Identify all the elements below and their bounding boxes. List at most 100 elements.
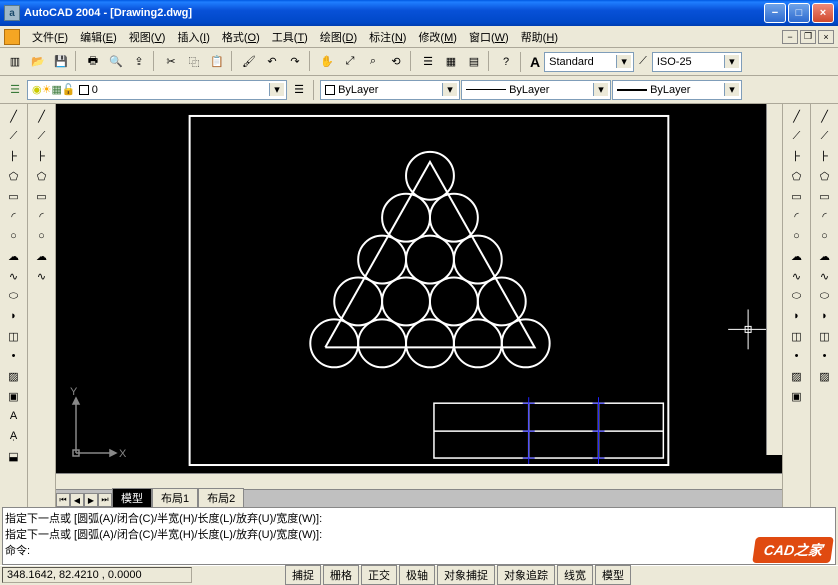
menu-e[interactable]: 编辑(E) [74, 27, 123, 47]
chamfer-icon[interactable]: • [814, 346, 836, 366]
status-对象追踪[interactable]: 对象追踪 [497, 565, 555, 585]
ellipsearc-icon[interactable]: ◗ [3, 306, 25, 326]
copy-icon[interactable]: ⿻ [183, 51, 205, 73]
fillet-icon[interactable]: ▨ [814, 366, 836, 386]
extend-icon[interactable]: ◗ [786, 306, 808, 326]
linetype-combo[interactable]: ByLayer [461, 80, 611, 100]
status-捕捉[interactable]: 捕捉 [285, 565, 321, 585]
trim-icon[interactable]: ⬭ [814, 286, 836, 306]
break-icon[interactable]: ◫ [814, 326, 836, 346]
layerprev-button[interactable]: ☰ [288, 79, 310, 101]
multitext-icon[interactable]: ☁ [31, 246, 53, 266]
mirror-icon[interactable]: ⺊ [814, 146, 836, 166]
erase-icon[interactable]: ╱ [786, 106, 808, 126]
hscrollbar[interactable] [56, 473, 782, 489]
move-icon[interactable]: ◜ [786, 206, 808, 226]
dimstyle-combo[interactable]: ISO-25 [652, 52, 742, 72]
menu-n[interactable]: 标注(N) [363, 27, 412, 47]
menu-m[interactable]: 修改(M) [412, 27, 463, 47]
region-icon[interactable]: ▣ [3, 386, 25, 406]
break-icon[interactable]: ◫ [786, 326, 808, 346]
zoom-realtime-icon[interactable]: ⤢ [339, 51, 361, 73]
command-window[interactable]: 指定下一点或 [圆弧(A)/闭合(C)/半宽(H)/长度(L)/放弃(U)/宽度… [2, 507, 836, 565]
undo-icon[interactable]: ↶ [261, 51, 283, 73]
hatch-icon[interactable]: ▨ [3, 366, 25, 386]
doc-minimize-button[interactable]: − [782, 30, 798, 44]
help-icon[interactable]: ? [495, 51, 517, 73]
addtext-icon[interactable]: Ạ [3, 426, 25, 446]
extend-icon[interactable]: ◗ [814, 306, 836, 326]
arc3p-icon[interactable]: ▭ [31, 186, 53, 206]
ellipse-icon[interactable]: ⬭ [3, 286, 25, 306]
tab-model[interactable]: 模型 [112, 488, 152, 507]
constructionline-icon[interactable]: ╱ [31, 106, 53, 126]
revcloud-icon[interactable]: ☁ [3, 246, 25, 266]
toolpalettes-icon[interactable]: ▤ [463, 51, 485, 73]
scale-icon[interactable]: ☁ [814, 246, 836, 266]
copy-icon[interactable]: ⟋ [786, 126, 808, 146]
close-button[interactable]: × [812, 3, 834, 23]
text-icon[interactable]: A [3, 406, 25, 426]
redo-icon[interactable]: ↷ [284, 51, 306, 73]
plot-icon[interactable]: 🖶 [82, 51, 104, 73]
designcenter-icon[interactable]: ▦ [440, 51, 462, 73]
publish-icon[interactable]: ⇪ [128, 51, 150, 73]
status-对象捕捉[interactable]: 对象捕捉 [437, 565, 495, 585]
status-线宽[interactable]: 线宽 [557, 565, 593, 585]
menu-t[interactable]: 工具(T) [266, 27, 314, 47]
chamfer-icon[interactable]: • [786, 346, 808, 366]
tab-prev[interactable]: ◀ [70, 493, 84, 507]
xline-icon[interactable]: ⟋ [3, 126, 25, 146]
drawing-canvas[interactable]: X Y [56, 104, 782, 473]
status-模型[interactable]: 模型 [595, 565, 631, 585]
textstyle-combo[interactable]: Standard [544, 52, 634, 72]
3dpoly-icon[interactable]: ⺊ [31, 146, 53, 166]
menu-w[interactable]: 窗口(W) [463, 27, 515, 47]
table-icon[interactable]: ∿ [31, 266, 53, 286]
rectangle-icon[interactable]: ▭ [3, 186, 25, 206]
stretch-icon[interactable]: ∿ [814, 266, 836, 286]
vscrollbar[interactable] [766, 104, 782, 455]
trim-icon[interactable]: ⬭ [786, 286, 808, 306]
new-icon[interactable]: ▥ [4, 51, 26, 73]
tab-first[interactable]: ⏮ [56, 493, 70, 507]
menu-h[interactable]: 帮助(H) [515, 27, 564, 47]
doc-restore-button[interactable]: ❐ [800, 30, 816, 44]
erase-icon[interactable]: ╱ [814, 106, 836, 126]
point-icon[interactable]: • [3, 346, 25, 366]
move-icon[interactable]: ◜ [814, 206, 836, 226]
menu-i[interactable]: 插入(I) [171, 27, 215, 47]
rotate-icon[interactable]: ○ [814, 226, 836, 246]
array-icon[interactable]: ▭ [786, 186, 808, 206]
paste-icon[interactable]: 📋 [206, 51, 228, 73]
multiline-icon[interactable]: ⟋ [31, 126, 53, 146]
rotate-icon[interactable]: ○ [786, 226, 808, 246]
lineweight-combo[interactable]: ByLayer [612, 80, 742, 100]
status-栅格[interactable]: 栅格 [323, 565, 359, 585]
layer-combo[interactable]: ◉☀▦🔓 0 [27, 80, 287, 100]
spline-icon[interactable]: ∿ [3, 266, 25, 286]
surface-icon[interactable]: ⬓ [3, 446, 25, 466]
mirror-icon[interactable]: ⺊ [786, 146, 808, 166]
zoom-window-icon[interactable]: ⌕ [362, 51, 384, 73]
tab-next[interactable]: ▶ [84, 493, 98, 507]
offset-icon[interactable]: ⬠ [814, 166, 836, 186]
menu-f[interactable]: 文件(F) [26, 27, 74, 47]
doc-close-button[interactable]: × [818, 30, 834, 44]
scale-icon[interactable]: ☁ [786, 246, 808, 266]
array-icon[interactable]: ▭ [814, 186, 836, 206]
menu-d[interactable]: 绘图(D) [314, 27, 363, 47]
properties-icon[interactable]: ☰ [417, 51, 439, 73]
line-icon[interactable]: ╱ [3, 106, 25, 126]
matchprop-icon[interactable]: 🖌 [238, 51, 260, 73]
polygon-icon[interactable]: ⬠ [3, 166, 25, 186]
status-极轴[interactable]: 极轴 [399, 565, 435, 585]
block-icon[interactable]: ◫ [3, 326, 25, 346]
pan-icon[interactable]: ✋ [316, 51, 338, 73]
tab-layout2[interactable]: 布局2 [198, 488, 244, 507]
maximize-button[interactable]: □ [788, 3, 810, 23]
boundary-icon[interactable]: ○ [31, 226, 53, 246]
explode-icon[interactable]: ▣ [786, 386, 808, 406]
sketch-icon[interactable]: ◜ [31, 206, 53, 226]
donut-icon[interactable]: ⬠ [31, 166, 53, 186]
